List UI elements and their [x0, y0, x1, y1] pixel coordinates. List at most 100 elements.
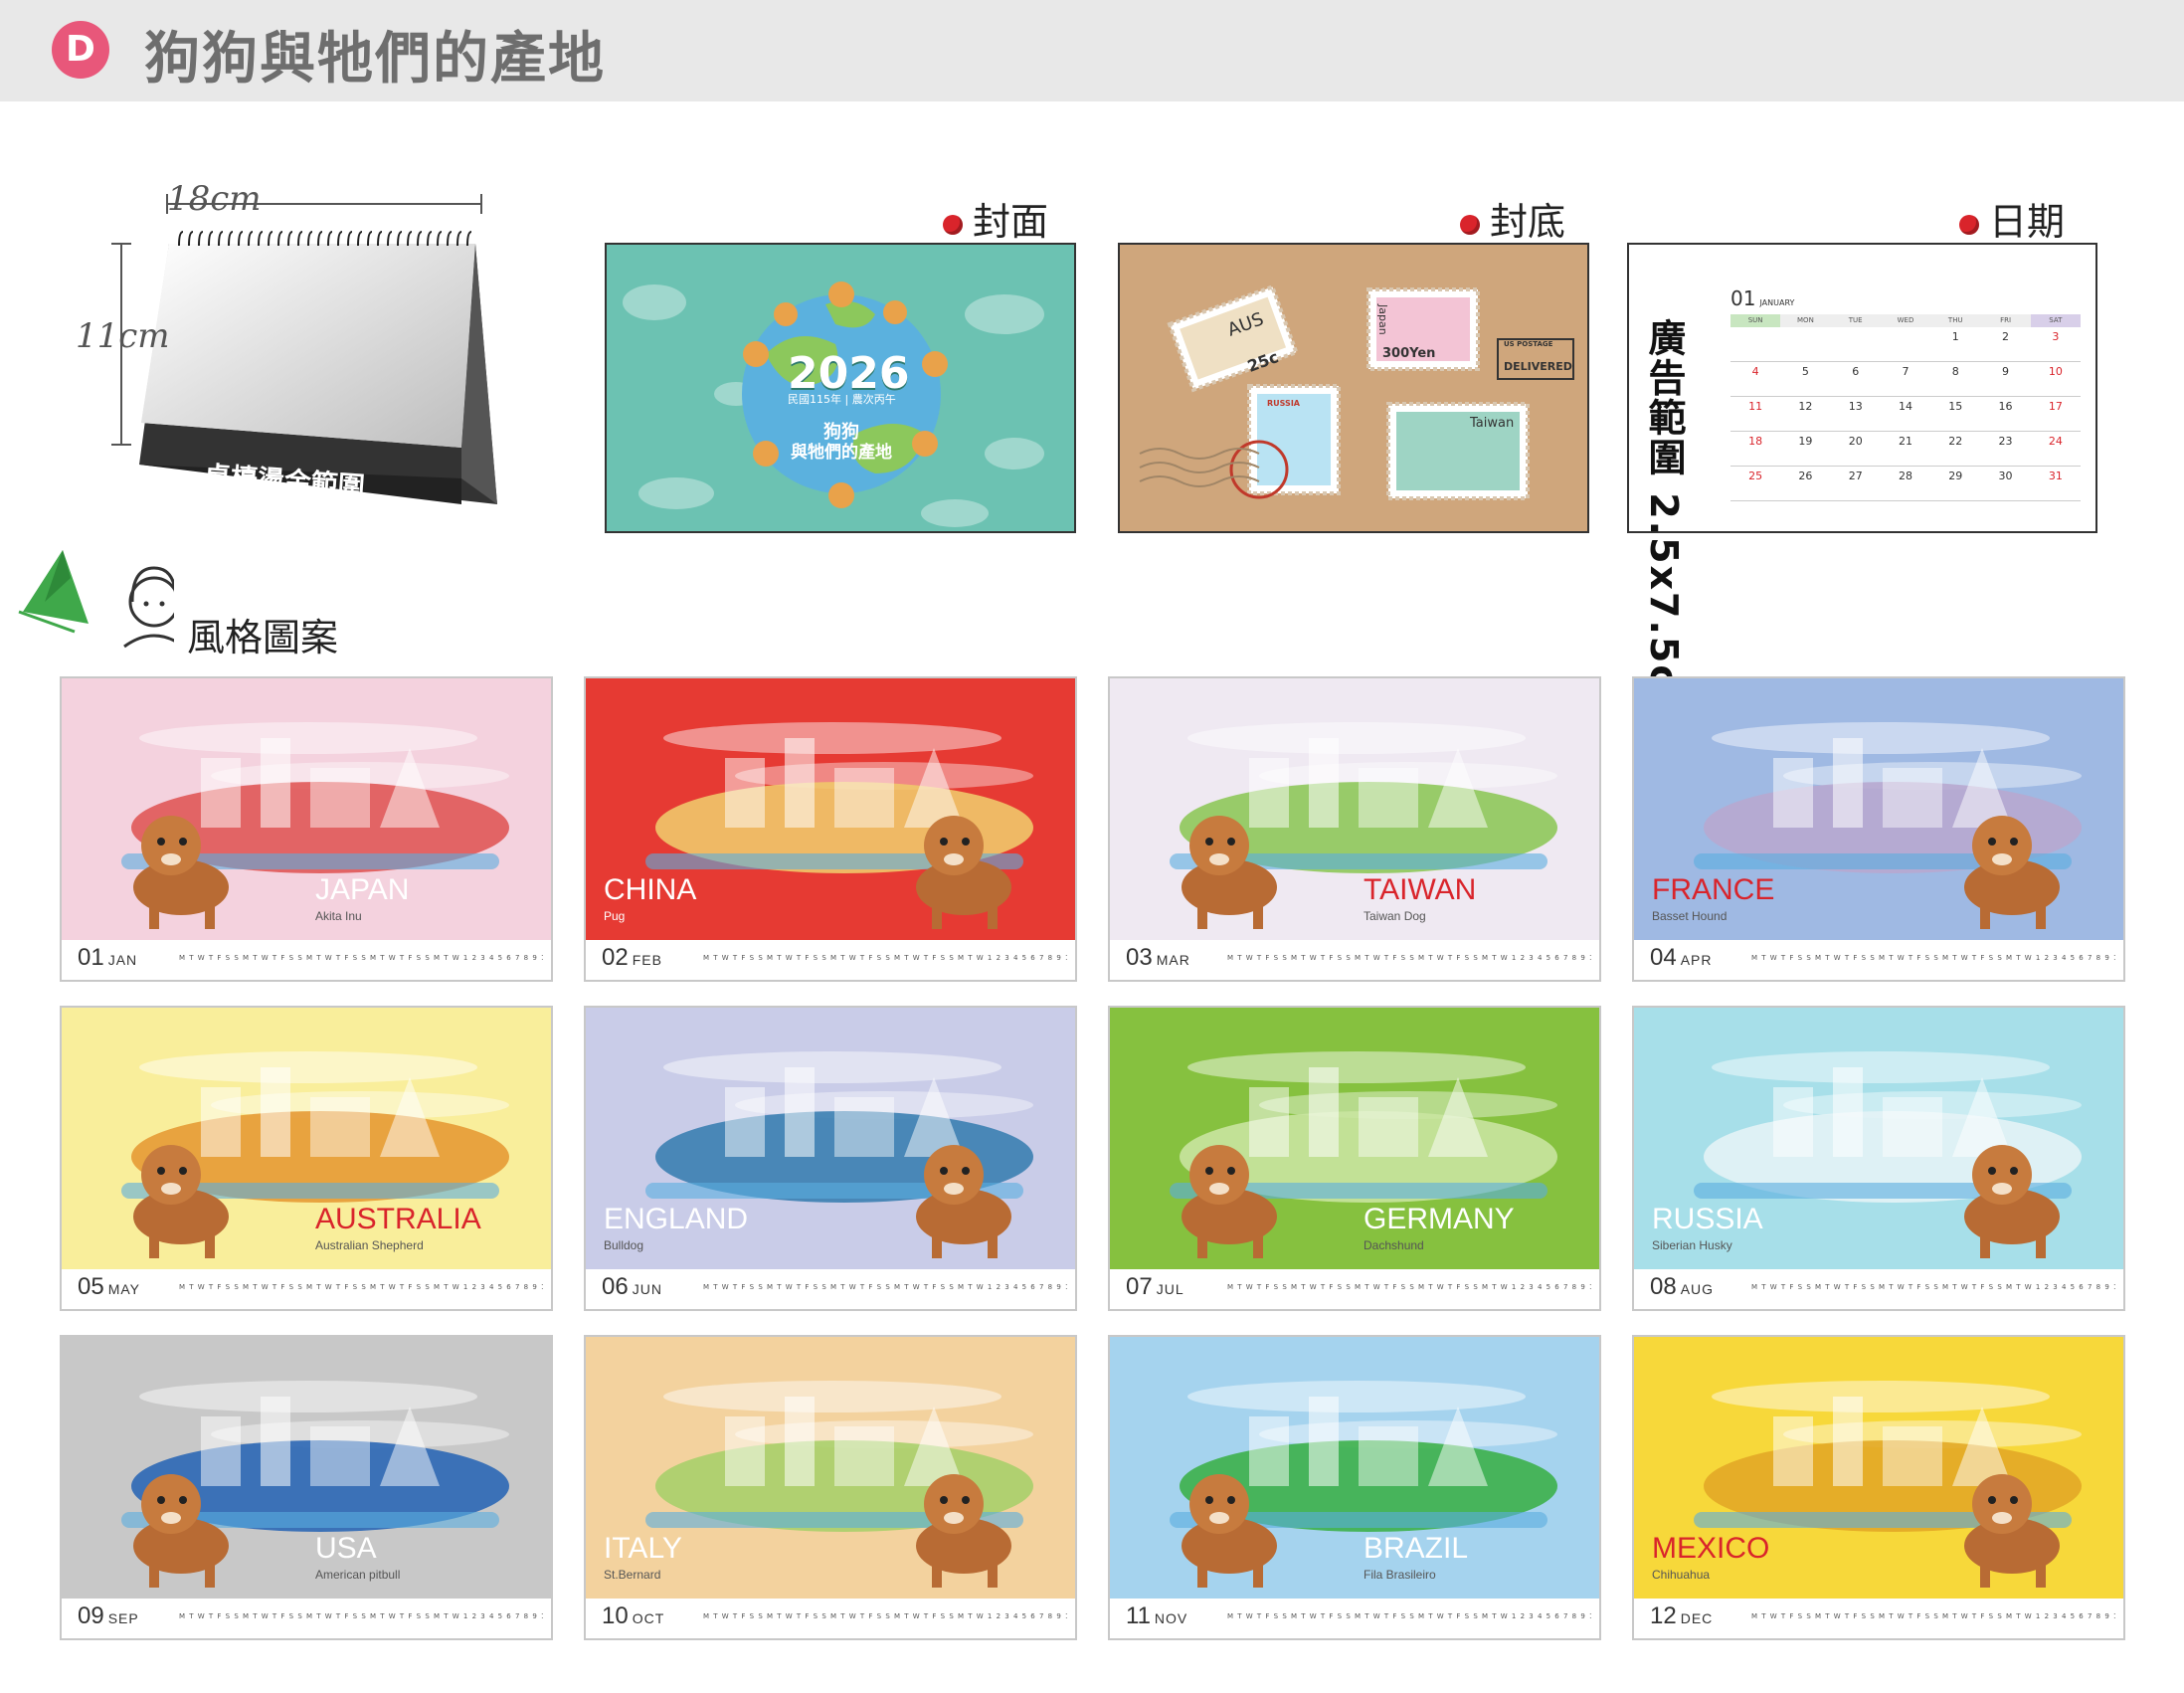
dog-breed: Dachshund — [1364, 1238, 1424, 1252]
month-card-jun[interactable]: ENGLAND Bulldog 06 JUN M T W T F S S M T W T… — [584, 1006, 1077, 1311]
country-name: ENGLAND — [604, 1203, 749, 1235]
month-abbr: MAR — [1156, 952, 1190, 968]
calendar-day: 3 — [2052, 330, 2060, 343]
month-card-oct[interactable]: ITALY St.Bernard 10 OCT M T W T F S S M T W … — [584, 1335, 1077, 1640]
calendar-week-row: 25 26 27 28 29 30 31 — [1730, 467, 2081, 501]
calendar-day: 8 — [1951, 365, 1959, 378]
month-number: 05 MAY — [78, 1273, 140, 1301]
month-number-value: 03 — [1126, 944, 1153, 971]
stamp-russia-label: RUSSIA — [1267, 399, 1300, 408]
width-dimension: 18cm — [167, 179, 262, 219]
month-card-nov[interactable]: BRAZIL Fila Brasileiro 11 NOV M T W T F S S … — [1108, 1335, 1601, 1640]
calendar-week-row: 11 12 13 14 15 16 17 — [1730, 397, 2081, 432]
stamp-taiwan-label: Taiwan — [1470, 416, 1515, 431]
days-strip: M T W T F S S M T W T F S S M T W T F S … — [1227, 954, 1591, 962]
stamp-japan-label: Japan — [1376, 304, 1389, 335]
dog-breed: American pitbull — [315, 1568, 401, 1582]
calendar-week-row: 18 19 20 21 22 23 24 — [1730, 432, 2081, 467]
month-card-mar[interactable]: TAIWAN Taiwan Dog 03 MAR M T W T F S S M T W… — [1108, 676, 1601, 982]
mini-calendar: 01 JANUARY SUN MON TUE WED THU FRI SAT 12… — [1730, 286, 2081, 501]
red-dot-icon — [1460, 214, 1480, 235]
country-name: FRANCE — [1652, 873, 1775, 906]
red-dot-icon — [1959, 214, 1979, 235]
calendar-day: 24 — [2048, 435, 2063, 448]
calendar-day: 17 — [2048, 400, 2063, 413]
month-card-may[interactable]: AUSTRALIA Australian Shepherd 05 MAY M T W T… — [60, 1006, 553, 1311]
red-dot-icon — [943, 214, 963, 235]
month-number-value: 06 — [602, 1273, 629, 1300]
back-stamps-illustration — [1139, 283, 1574, 500]
days-strip: M T W T F S S M T W T F S S M T W T F S … — [703, 1612, 1067, 1620]
postmark-country: US POSTAGE — [1504, 340, 1553, 348]
month-number: 08 AUG — [1650, 1273, 1714, 1301]
month-card-dec[interactable]: MEXICO Chihuahua 12 DEC M T W T F S S M T W … — [1632, 1335, 2125, 1640]
month-abbr: MAY — [107, 1281, 141, 1297]
weekday-row: SUN MON TUE WED THU FRI SAT — [1730, 314, 2081, 327]
month-card-apr[interactable]: FRANCE Basset Hound 04 APR M T W T F S S M T… — [1632, 676, 2125, 982]
days-strip: M T W T F S S M T W T F S S M T W T F S … — [1751, 1283, 2115, 1291]
back-preview[interactable]: AUS 25c Japan 300Yen US POSTAGE DELIVERE… — [1118, 243, 1589, 533]
days-strip: M T W T F S S M T W T F S S M T W T F S … — [1751, 1612, 2115, 1620]
calendar-day: 25 — [1748, 470, 1763, 482]
month-abbr: FEB — [632, 952, 662, 968]
month-abbr: DEC — [1680, 1610, 1714, 1626]
days-strip: M T W T F S S M T W T F S S M T W T F S … — [179, 1612, 543, 1620]
country-name: GERMANY — [1364, 1203, 1515, 1235]
calendar-week-row: 1 2 3 — [1730, 327, 2081, 362]
country-name: ITALY — [604, 1532, 682, 1565]
month-number: 10 OCT — [602, 1602, 664, 1630]
calendar-day: 22 — [1948, 435, 1963, 448]
days-strip: M T W T F S S M T W T F S S M T W T F S … — [703, 954, 1067, 962]
month-illustration — [1170, 1381, 1557, 1588]
back-label: 封底 — [1460, 191, 1565, 246]
calendar-day: 23 — [1998, 435, 2013, 448]
cover-label: 封面 — [943, 191, 1048, 246]
country-name: USA — [315, 1532, 377, 1565]
month-number-value: 01 — [78, 944, 104, 971]
dog-breed: Fila Brasileiro — [1364, 1568, 1436, 1582]
month-abbr: APR — [1680, 952, 1713, 968]
month-abbr: NOV — [1154, 1610, 1188, 1626]
month-number: 02 FEB — [602, 944, 662, 972]
calendar-day: 14 — [1898, 400, 1912, 413]
country-name: JAPAN — [315, 873, 410, 906]
days-strip: M T W T F S S M T W T F S S M T W T F S … — [703, 1283, 1067, 1291]
month-number: 12 DEC — [1650, 1602, 1713, 1630]
dog-breed: Australian Shepherd — [315, 1238, 424, 1252]
calendar-day: 11 — [1748, 400, 1763, 413]
calendar-day: 5 — [1801, 365, 1809, 378]
calendar-day — [1730, 327, 1780, 361]
dog-breed: Pug — [604, 909, 626, 923]
month-number: 07 JUL — [1126, 1273, 1184, 1301]
calendar-day: 16 — [1998, 400, 2013, 413]
month-abbr: OCT — [632, 1610, 665, 1626]
month-abbr: JUN — [632, 1281, 662, 1297]
ad-area-label: 廣告範圍 2.5x7.5cm — [1642, 318, 1686, 731]
month-card-feb[interactable]: CHINA Pug 02 FEB M T W T F S S M T W T F S S… — [584, 676, 1077, 982]
month-number: 06 JUN — [602, 1273, 662, 1301]
month-number: 01 JAN — [78, 944, 137, 972]
month-number: 09 SEP — [78, 1602, 139, 1630]
calendar-day: 7 — [1902, 365, 1910, 378]
calendar-day: 10 — [2048, 365, 2063, 378]
dog-breed: Basset Hound — [1652, 909, 1728, 923]
days-strip: M T W T F S S M T W T F S S M T W T F S … — [179, 954, 543, 962]
month-card-aug[interactable]: RUSSIA Siberian Husky 08 AUG M T W T F S S M… — [1632, 1006, 2125, 1311]
month-card-sep[interactable]: USA American pitbull 09 SEP M T W T F S S M … — [60, 1335, 553, 1640]
calendar-day: 18 — [1748, 435, 1763, 448]
date-label: 日期 — [1959, 191, 2065, 246]
section-title: 狗狗與牠們的產地 — [144, 27, 606, 92]
month-illustration — [1170, 722, 1557, 929]
style-section-icon — [18, 550, 174, 649]
cover-title-line2: 與牠們的產地 — [791, 443, 892, 463]
month-number-value: 11 — [1126, 1602, 1151, 1629]
calendar-day: 29 — [1948, 470, 1963, 482]
calendar-day — [1780, 327, 1830, 361]
calendar-weeks: 1 2 3 4 5 6 7 8 9 10 11 12 13 14 15 16 17 18 19 20 21 22 23 24 2… — [1730, 327, 2081, 501]
month-card-jul[interactable]: GERMANY Dachshund 07 JUL M T W T F S S M T W… — [1108, 1006, 1601, 1311]
style-section-title: 風格圖案 — [187, 616, 339, 659]
dog-breed: Taiwan Dog — [1364, 909, 1426, 923]
month-abbr: JUL — [1156, 1281, 1184, 1297]
calendar-day — [1831, 327, 1881, 361]
month-card-jan[interactable]: JAPAN Akita Inu 01 JAN M T W T F S S M T W T… — [60, 676, 553, 982]
